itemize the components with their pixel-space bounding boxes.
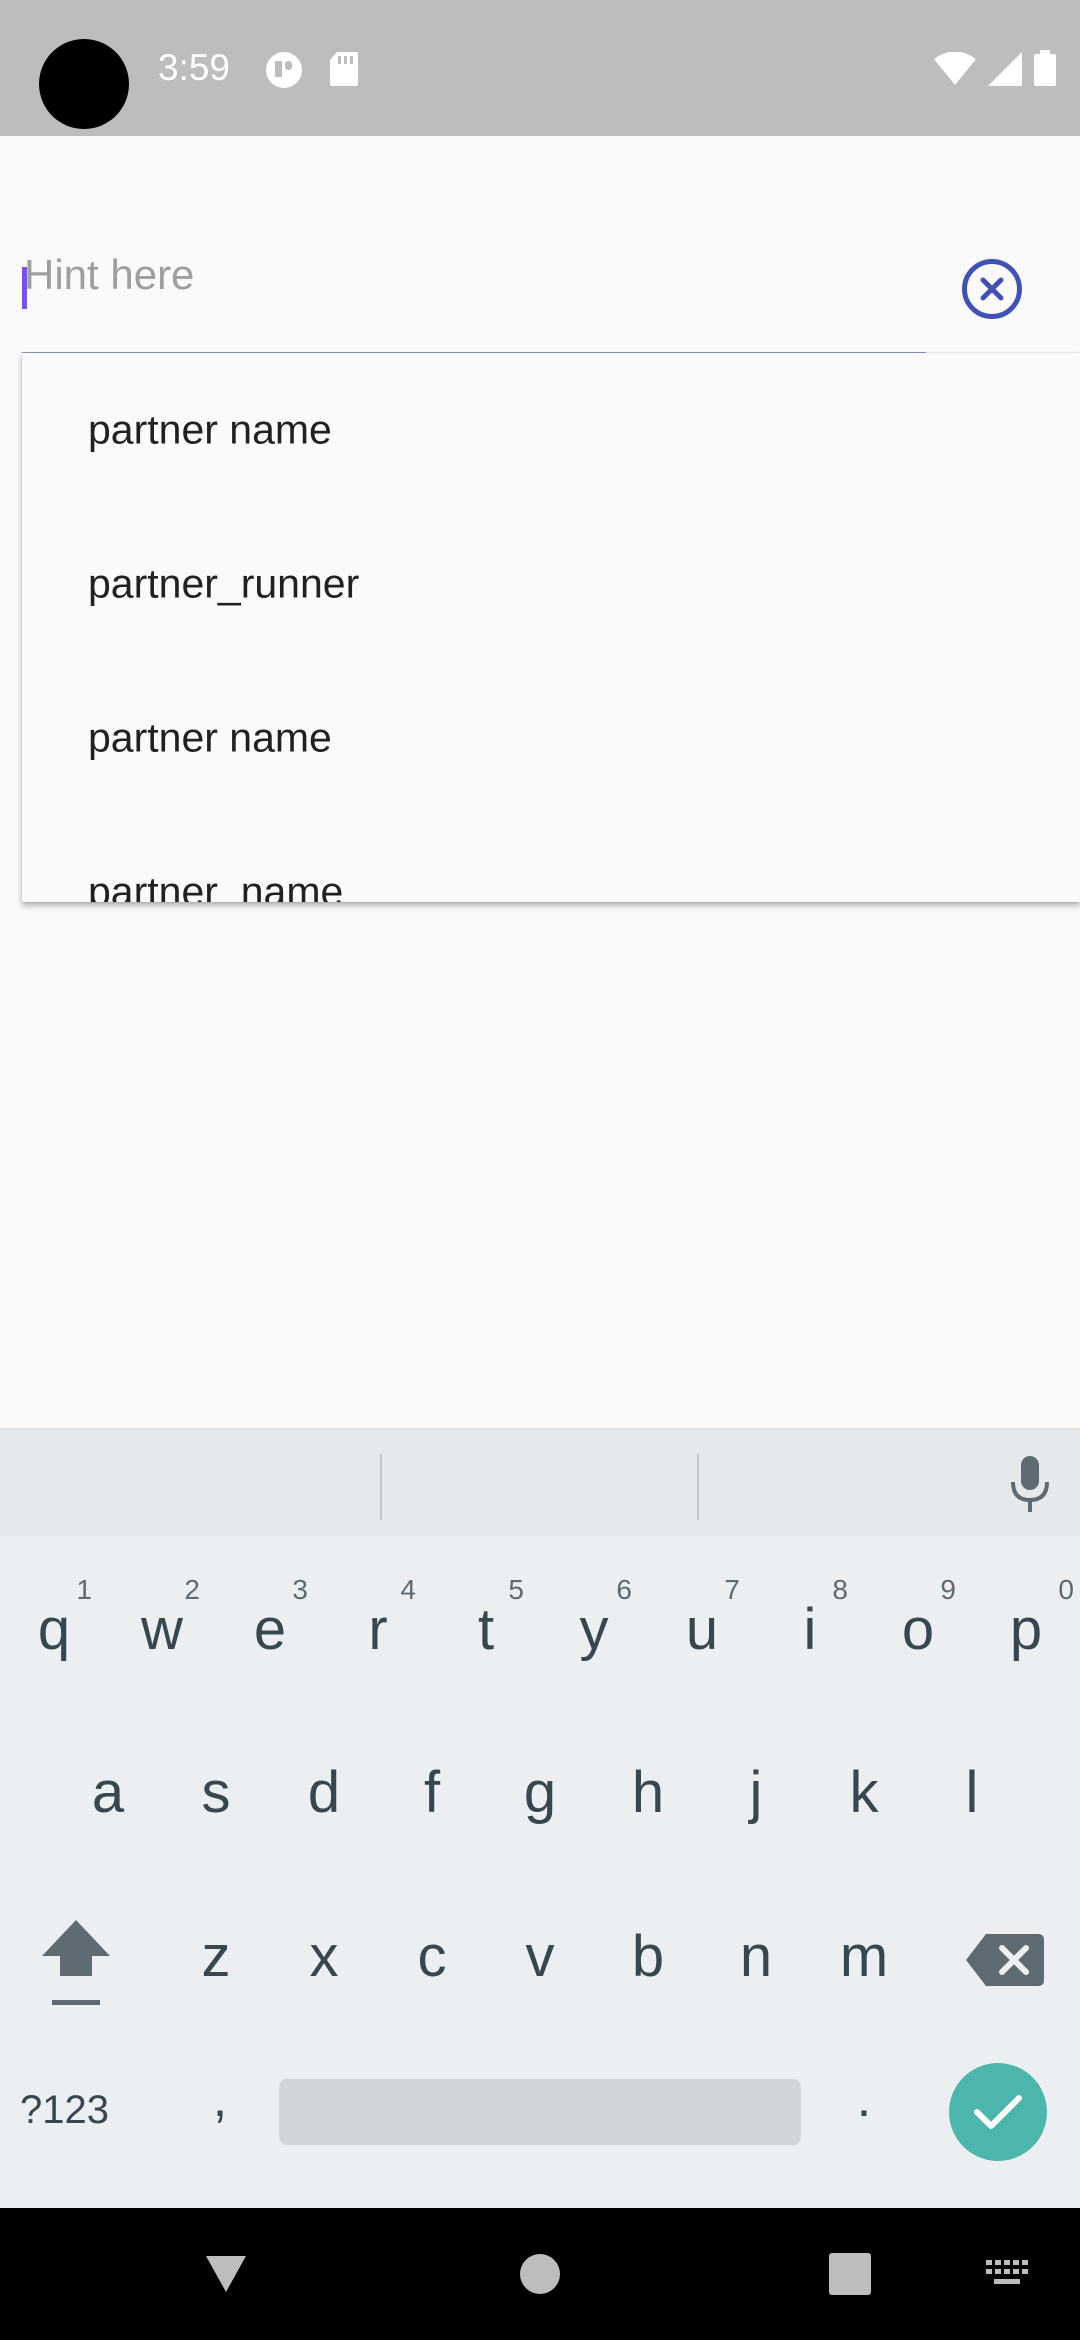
- key-m[interactable]: m: [810, 1881, 918, 2031]
- recents-button[interactable]: [828, 2208, 872, 2340]
- key-o[interactable]: o9: [864, 1554, 972, 1704]
- signal-icon: [988, 52, 1022, 86]
- strip-divider: [380, 1454, 382, 1520]
- key-h[interactable]: h: [594, 1717, 702, 1867]
- key-s[interactable]: s: [162, 1717, 270, 1867]
- keyboard-suggestion-strip: [0, 1428, 1080, 1536]
- comma-key[interactable]: ,: [190, 2069, 250, 2129]
- suggestion-item[interactable]: partner_runner: [22, 507, 1080, 661]
- home-button[interactable]: [512, 2208, 568, 2340]
- suggestion-label: partner_name: [88, 868, 344, 903]
- recents-icon: [829, 2253, 871, 2295]
- key-k[interactable]: k: [810, 1717, 918, 1867]
- keyboard-switch-icon: [986, 2260, 1028, 2284]
- checkmark-icon: [974, 2095, 1022, 2129]
- key-v[interactable]: v: [486, 1881, 594, 2031]
- sd-card-icon: [328, 50, 360, 93]
- key-u[interactable]: u7: [648, 1554, 756, 1704]
- suggestions-dropdown: partner name partner_runner partner name…: [22, 353, 1080, 902]
- back-button[interactable]: [196, 2208, 256, 2340]
- key-w[interactable]: w2: [108, 1554, 216, 1704]
- suggestion-item[interactable]: partner name: [22, 661, 1080, 815]
- spacebar[interactable]: [279, 2079, 801, 2145]
- text-cursor: [22, 267, 27, 309]
- camera-cutout: [39, 39, 129, 129]
- mic-icon[interactable]: [1009, 1456, 1051, 1519]
- backspace-key[interactable]: [966, 1934, 1044, 1986]
- key-l[interactable]: l: [918, 1717, 1026, 1867]
- key-p[interactable]: p0: [972, 1554, 1080, 1704]
- suggestion-item[interactable]: partner name: [22, 353, 1080, 507]
- key-c[interactable]: c: [378, 1881, 486, 2031]
- clear-button[interactable]: [962, 259, 1022, 319]
- search-field-container: [22, 240, 926, 354]
- home-icon: [520, 2254, 560, 2294]
- shift-icon: [42, 1920, 110, 2005]
- keyboard: q1 w2 e3 r4 t5 y6 u7 i8 o9 p0 a s d f g …: [0, 1536, 1080, 2208]
- key-t[interactable]: t5: [432, 1554, 540, 1704]
- key-j[interactable]: j: [702, 1717, 810, 1867]
- key-y[interactable]: y6: [540, 1554, 648, 1704]
- period-key[interactable]: .: [834, 2069, 894, 2129]
- close-icon: [980, 277, 1004, 301]
- key-r[interactable]: r4: [324, 1554, 432, 1704]
- status-time: 3:59: [158, 47, 231, 88]
- status-bar: 3:59: [0, 0, 1080, 136]
- key-e[interactable]: e3: [216, 1554, 324, 1704]
- key-x[interactable]: x: [270, 1881, 378, 2031]
- key-b[interactable]: b: [594, 1881, 702, 2031]
- sync-icon: [264, 50, 304, 95]
- key-a[interactable]: a: [54, 1717, 162, 1867]
- strip-divider: [697, 1454, 699, 1520]
- wifi-icon: [934, 52, 976, 85]
- suggestion-label: partner name: [88, 714, 332, 761]
- shift-key[interactable]: [38, 1916, 114, 2016]
- suggestion-label: partner_runner: [88, 560, 360, 607]
- search-input[interactable]: [22, 240, 926, 352]
- key-n[interactable]: n: [702, 1881, 810, 2031]
- key-g[interactable]: g: [486, 1717, 594, 1867]
- key-q[interactable]: q1: [0, 1554, 108, 1704]
- key-i[interactable]: i8: [756, 1554, 864, 1704]
- key-f[interactable]: f: [378, 1717, 486, 1867]
- key-z[interactable]: z: [162, 1881, 270, 2031]
- status-icons-right: [934, 50, 1056, 86]
- suggestion-item[interactable]: partner_name: [22, 815, 1080, 903]
- symbols-key[interactable]: ?123: [20, 2088, 109, 2133]
- back-icon: [206, 2256, 246, 2292]
- backspace-icon: [966, 1934, 1044, 1986]
- enter-key[interactable]: [949, 2063, 1047, 2161]
- key-d[interactable]: d: [270, 1717, 378, 1867]
- navigation-bar: [0, 2208, 1080, 2340]
- keyboard-switch-button[interactable]: [984, 2208, 1032, 2340]
- battery-icon: [1034, 50, 1056, 86]
- suggestion-label: partner name: [88, 406, 332, 453]
